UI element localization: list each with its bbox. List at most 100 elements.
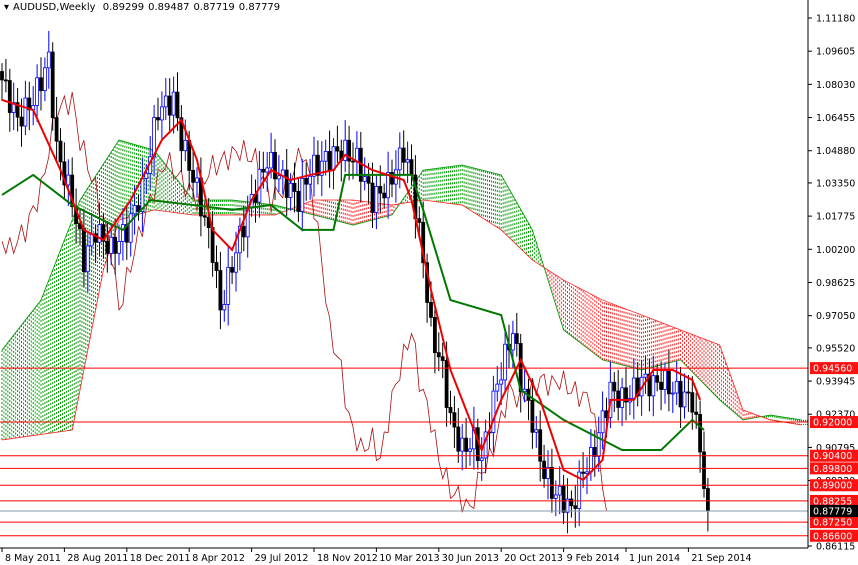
candle-body bbox=[7, 80, 12, 113]
candle-body bbox=[550, 466, 554, 499]
candle-body bbox=[214, 262, 219, 271]
candle-body bbox=[530, 399, 535, 433]
candle-body bbox=[331, 146, 336, 171]
candle-body bbox=[300, 177, 305, 212]
candle-body bbox=[117, 240, 121, 254]
candle-body bbox=[269, 151, 274, 169]
candle-body bbox=[491, 390, 496, 433]
senkou-span-a-line bbox=[1, 139, 802, 421]
time-tick-label: 28 Aug 2011 bbox=[67, 553, 128, 564]
dropdown-arrow-icon[interactable]: ▾ bbox=[4, 2, 9, 13]
candle-body bbox=[105, 240, 110, 254]
level-price-label: 0.90400 bbox=[813, 451, 852, 462]
candle-body bbox=[284, 169, 289, 198]
current-price-label: 0.87779 bbox=[813, 506, 852, 517]
candle-body bbox=[495, 383, 500, 392]
candle-body bbox=[23, 97, 28, 127]
time-tick-label: 18 Nov 2012 bbox=[317, 553, 378, 564]
candle-body bbox=[288, 182, 293, 198]
candle-body bbox=[171, 91, 176, 116]
candle-body bbox=[436, 352, 441, 358]
candle-body bbox=[82, 228, 86, 273]
price-tick-label: 0.97050 bbox=[816, 311, 855, 322]
candle-body bbox=[698, 413, 702, 453]
candle-body bbox=[210, 227, 215, 263]
candle-body bbox=[440, 356, 445, 361]
candle-body bbox=[631, 377, 636, 399]
price-tick-label: 1.08030 bbox=[816, 80, 855, 91]
candle-body bbox=[323, 151, 328, 162]
candle-body bbox=[85, 245, 90, 273]
candle-body bbox=[456, 426, 461, 452]
candle-body bbox=[163, 95, 168, 108]
candle-body bbox=[296, 191, 301, 212]
time-tick-label: 9 Feb 2014 bbox=[567, 553, 620, 564]
candle-body bbox=[432, 317, 437, 354]
candle-body bbox=[19, 116, 24, 127]
candle-body bbox=[261, 168, 266, 173]
price-chart[interactable]: 1.11180 1.09605 1.08030 1.06455 1.04880 1.033… bbox=[0, 0, 858, 565]
candle-body bbox=[573, 505, 578, 509]
candle-body bbox=[0, 71, 4, 81]
symbol-timeframe: AUDUSD,Weekly bbox=[13, 2, 96, 13]
candle-body bbox=[366, 176, 371, 184]
candle-body bbox=[659, 381, 663, 390]
candle-body bbox=[66, 174, 71, 186]
candle-body bbox=[596, 432, 601, 457]
candle-body bbox=[542, 460, 546, 479]
time-tick-label: 1 Jun 2014 bbox=[629, 553, 680, 564]
candle-body bbox=[50, 51, 55, 119]
candle-body bbox=[335, 146, 340, 152]
candle-body bbox=[706, 488, 710, 512]
candle-body bbox=[374, 186, 379, 213]
level-price-label: 0.92000 bbox=[813, 418, 852, 429]
price-tick-label: 1.11180 bbox=[816, 14, 855, 25]
ohlc-low: 0.87719 bbox=[193, 2, 235, 13]
candle-body bbox=[499, 379, 504, 385]
candle-body bbox=[304, 177, 309, 185]
candle-body bbox=[678, 380, 683, 408]
candle-body bbox=[276, 175, 281, 180]
candle-body bbox=[156, 117, 160, 121]
ohlc-high: 0.89487 bbox=[148, 2, 190, 13]
candle-body bbox=[218, 270, 223, 311]
price-tick-label: 0.95520 bbox=[816, 343, 855, 354]
candle-body bbox=[690, 392, 695, 413]
time-tick-label: 29 Jul 2012 bbox=[255, 553, 309, 564]
time-tick-label: 8 Apr 2012 bbox=[192, 553, 245, 564]
candle-body bbox=[409, 159, 414, 176]
candle-body bbox=[479, 457, 484, 461]
candle-body bbox=[429, 302, 433, 318]
candle-body bbox=[241, 225, 246, 238]
candle-body bbox=[327, 151, 332, 171]
level-price-label: 0.89000 bbox=[813, 481, 852, 492]
candle-body bbox=[401, 147, 406, 163]
candle-body bbox=[460, 437, 465, 452]
candle-body bbox=[585, 471, 589, 474]
candle-body bbox=[351, 160, 355, 163]
candle-body bbox=[417, 218, 422, 223]
candle-body bbox=[405, 159, 410, 163]
candle-body bbox=[503, 343, 508, 381]
candle-body bbox=[43, 67, 47, 92]
candle-body bbox=[557, 485, 562, 496]
candle-body bbox=[592, 447, 597, 457]
time-tick-label: 18 Dec 2011 bbox=[130, 553, 191, 564]
candle-body bbox=[667, 370, 671, 395]
time-tick-label: 21 Sep 2014 bbox=[691, 553, 751, 564]
candle-body bbox=[444, 360, 449, 408]
candle-body bbox=[702, 451, 706, 489]
candle-body bbox=[230, 266, 235, 273]
price-tick-label: 1.00200 bbox=[816, 245, 855, 256]
candle-body bbox=[265, 167, 270, 173]
level-price-label: 0.94560 bbox=[813, 364, 852, 375]
candle-body bbox=[686, 391, 691, 394]
level-price-label: 0.87250 bbox=[813, 518, 852, 529]
candle-body bbox=[581, 471, 585, 474]
ohlc-open: 0.89299 bbox=[102, 2, 145, 13]
candle-body bbox=[362, 176, 367, 182]
price-tick-label: 1.03350 bbox=[816, 178, 855, 189]
candle-body bbox=[46, 51, 51, 69]
candle-body bbox=[546, 466, 550, 479]
candle-body bbox=[222, 304, 227, 311]
